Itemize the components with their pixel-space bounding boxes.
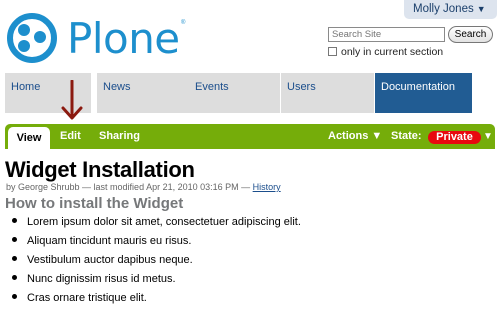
bullet-icon [12, 218, 17, 223]
logo-wordmark: Plone [67, 14, 180, 63]
tab-edit[interactable]: Edit [60, 124, 81, 149]
list-item: Lorem ipsum dolor sit amet, consectetuer… [12, 213, 301, 232]
nav-tab-users[interactable]: Users [281, 73, 374, 113]
search-button[interactable]: Search [448, 26, 493, 43]
bullet-list: Lorem ipsum dolor sit amet, consectetuer… [12, 213, 301, 308]
bullet-icon [12, 294, 17, 299]
content-views-bar: View Edit Sharing Actions ▼ State: Priva… [5, 124, 495, 149]
list-item-text: Aliquam tincidunt mauris eu risus. [27, 235, 192, 247]
registered-mark: ® [181, 20, 186, 26]
down-arrow-annotation-icon [61, 80, 83, 120]
bullet-icon [12, 275, 17, 280]
list-item-text: Nunc dignissim risus id metus. [27, 273, 176, 285]
user-name: Molly Jones [413, 3, 474, 15]
state-label: State: [391, 130, 422, 142]
nav-tab-label: Home [11, 81, 41, 93]
user-menu[interactable]: Molly Jones ▼ [404, 0, 497, 19]
list-item: Aliquam tincidunt mauris eu risus. [12, 232, 301, 251]
list-item: Cras ornare tristique elit. [12, 289, 301, 308]
list-item-text: Vestibulum auctor dapibus neque. [27, 254, 193, 266]
nav-tab-documentation[interactable]: Documentation [375, 73, 472, 113]
tab-view[interactable]: View [8, 127, 50, 149]
site-logo[interactable]: Plone ® [6, 12, 191, 64]
nav-tab-label: News [103, 81, 131, 93]
current-section-checkbox[interactable]: only in current section [328, 46, 443, 58]
state-badge[interactable]: Private [428, 131, 481, 144]
history-link[interactable]: History [253, 182, 281, 192]
search-input[interactable] [328, 27, 445, 42]
chevron-down-icon[interactable]: ▼ [483, 124, 493, 149]
byline-text: by George Shrubb — last modified Apr 21,… [6, 182, 253, 192]
bullet-icon [12, 237, 17, 242]
bullet-icon [12, 256, 17, 261]
nav-tab-events[interactable]: Events [189, 73, 280, 113]
chevron-down-icon: ▼ [476, 4, 486, 14]
list-item: Vestibulum auctor dapibus neque. [12, 251, 301, 270]
section-heading: How to install the Widget [5, 195, 184, 212]
tab-sharing[interactable]: Sharing [99, 124, 140, 149]
nav-tab-label: Users [287, 81, 316, 93]
nav-tab-label: Documentation [381, 81, 455, 93]
current-section-label: only in current section [341, 46, 444, 58]
list-item-text: Lorem ipsum dolor sit amet, consectetuer… [27, 216, 301, 228]
nav-tab-label: Events [195, 81, 229, 93]
plone-logo-icon [7, 13, 57, 63]
checkbox-box[interactable] [328, 47, 337, 56]
nav-tab-news[interactable]: News [97, 73, 189, 113]
document-byline: by George Shrubb — last modified Apr 21,… [6, 181, 281, 193]
list-item: Nunc dignissim risus id metus. [12, 270, 301, 289]
page-title: Widget Installation [5, 157, 195, 182]
actions-menu[interactable]: Actions ▼ [328, 124, 382, 149]
list-item-text: Cras ornare tristique elit. [27, 292, 147, 304]
